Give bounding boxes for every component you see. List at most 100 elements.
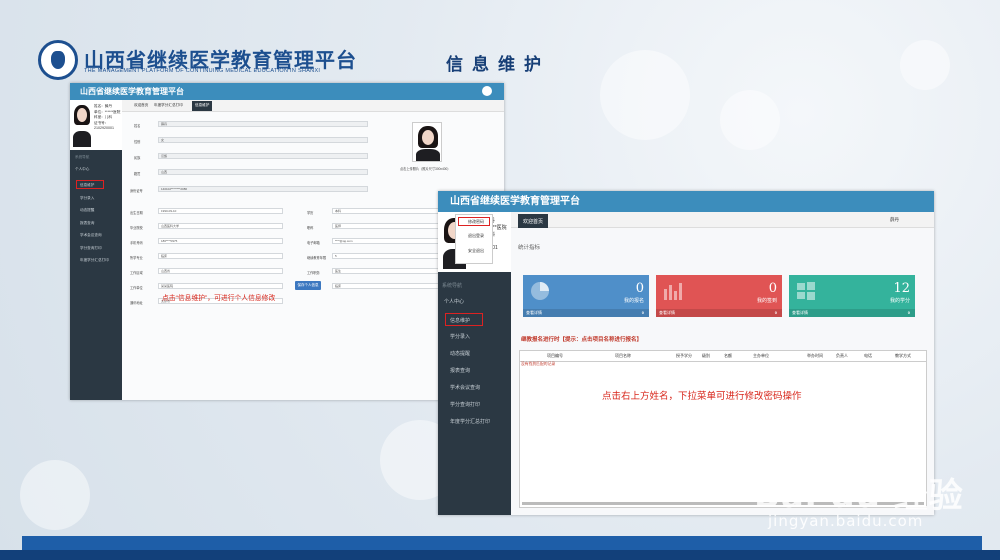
sidebar-item-credit-entry[interactable]: 学分录入 xyxy=(450,333,470,340)
label-id-number: 身份证号 xyxy=(130,189,143,193)
card-credits[interactable]: 12 我的学分 查看详情 0 xyxy=(789,275,915,317)
topright-user-menu[interactable]: 薛丹 xyxy=(890,217,899,223)
tab-strip: 欢迎首页 年度学分汇总打印 信息维护 xyxy=(122,100,504,112)
sidebar-item-credit-print[interactable]: 学分查询打印 xyxy=(450,401,480,408)
input-id-number[interactable]: 140102********2086 xyxy=(158,186,368,192)
screenshot-dashboard: 山西省继续医学教育管理平台 姓名：薛丹 单位：******医院 科室：儿科 证书… xyxy=(438,191,934,515)
sidebar-item-credit-print[interactable]: 学分查询打印 xyxy=(80,246,102,251)
app-topbar: 山西省继续医学教育管理平台 xyxy=(438,191,934,212)
footer-bar xyxy=(22,536,982,550)
profile-photo[interactable] xyxy=(412,122,442,162)
input-gender[interactable]: 女 xyxy=(158,137,368,143)
input-education[interactable]: 本科 xyxy=(332,208,442,214)
sidebar-item-conferences[interactable]: 学术会议查询 xyxy=(80,233,102,238)
table-header: 授予学分 xyxy=(676,353,692,358)
card-signins[interactable]: 0 我的签到 查看详情 0 xyxy=(656,275,782,317)
empty-row: 没有找到匹配的记录 xyxy=(521,362,556,366)
sidebar-item-reports[interactable]: 报表查询 xyxy=(450,367,470,374)
label-phone: 手机号码 xyxy=(130,241,143,245)
card-value: 12 xyxy=(893,281,910,296)
sidebar-group-personal[interactable]: 个人中心 xyxy=(444,298,464,305)
input-title[interactable]: 医师 xyxy=(332,223,442,229)
tab-home[interactable]: 欢迎首页 xyxy=(518,214,549,228)
input-practice-type[interactable]: 临床 xyxy=(332,283,442,289)
table-header: 教学方式 xyxy=(895,353,911,358)
input-employer[interactable]: 某某医院 xyxy=(158,283,283,289)
card-footer[interactable]: 查看详情 0 xyxy=(523,309,649,317)
label-origin: 籍贯 xyxy=(134,172,141,176)
card-label: 我的报名 xyxy=(623,298,644,304)
instruction-note: 点击“信息维护”，可进行个人信息修改 xyxy=(162,295,276,302)
label-education: 学历 xyxy=(307,211,314,215)
sidebar-item-annual-print[interactable]: 年度学分汇总打印 xyxy=(80,258,109,263)
highlight-box xyxy=(76,180,104,189)
label-address: 通讯地址 xyxy=(130,301,143,305)
table-header: 名额 xyxy=(724,353,732,358)
input-major[interactable]: 临床 xyxy=(158,253,283,259)
photo-caption: 点击上传照片（照片尺寸300x400） xyxy=(400,167,451,171)
highlight-box xyxy=(445,313,483,326)
label-major: 所学专业 xyxy=(130,256,143,260)
sidebar-item-conferences[interactable]: 学术会议查询 xyxy=(450,384,480,391)
input-position[interactable]: 医生 xyxy=(332,268,442,274)
user-photo xyxy=(72,103,92,147)
user-avatar-icon[interactable] xyxy=(482,86,492,96)
table-header: 主办单位 xyxy=(753,353,769,358)
label-years: 继续教育年限 xyxy=(307,256,327,260)
save-profile-button[interactable]: 保存个人信息 xyxy=(295,281,321,290)
input-phone[interactable]: 186****0975 xyxy=(158,238,283,244)
dropdown-logout[interactable]: 退出登录 xyxy=(468,233,484,239)
platform-logo-icon xyxy=(38,40,78,80)
sidebar-item-reminders[interactable]: 动态提醒 xyxy=(80,208,94,213)
platform-subtitle: THE MANAGEMENT PLATFORM OF CONTINUING ME… xyxy=(84,68,321,74)
label-ethnicity: 民族 xyxy=(134,156,141,160)
input-ethnicity[interactable]: 汉族 xyxy=(158,153,368,159)
input-email[interactable]: ****@qq.com xyxy=(332,238,442,244)
app-topbar: 山西省继续医学教育管理平台 xyxy=(70,83,504,100)
sidebar-item-annual-print[interactable]: 年度学分汇总打印 xyxy=(450,418,490,425)
card-footer[interactable]: 查看详情 0 xyxy=(656,309,782,317)
app-title: 山西省继续医学教育管理平台 xyxy=(80,87,184,96)
tab-annual-print[interactable]: 年度学分汇总打印 xyxy=(154,103,183,108)
user-info: 姓名：薛丹 单位：******医院 科室：儿科 证书号： 2102920001 xyxy=(94,104,121,130)
page-heading: 信息维护 xyxy=(446,55,550,75)
sidebar-group-personal[interactable]: 个人中心 xyxy=(75,167,89,172)
input-birth[interactable]: 1990-09-10 xyxy=(158,208,283,214)
input-region[interactable]: 山西省 xyxy=(158,268,283,274)
card-registrations[interactable]: 0 我的报名 查看详情 0 xyxy=(523,275,649,317)
user-panel: 姓名：薛丹 单位：******医院 科室：儿科 证书号： 2102920001 xyxy=(70,100,122,150)
dropdown-safe-exit[interactable]: 安全退出 xyxy=(468,248,484,254)
label-email: 电子邮箱 xyxy=(307,241,320,245)
label-birth: 出生日期 xyxy=(130,211,143,215)
input-origin[interactable]: 山西 xyxy=(158,169,368,175)
card-label: 我的签到 xyxy=(756,298,777,304)
registration-list-header: 继教报名进行时【提示：点击项目名称进行报名】 xyxy=(521,337,643,343)
input-school[interactable]: 山西医科大学 xyxy=(158,223,283,229)
tab-info[interactable]: 信息维护 xyxy=(192,101,213,111)
tab-home[interactable]: 欢迎首页 xyxy=(134,103,148,108)
sidebar-item-credit-entry[interactable]: 学分录入 xyxy=(80,196,94,201)
table-header: 举办时间 xyxy=(807,353,823,358)
card-footer[interactable]: 查看详情 0 xyxy=(789,309,915,317)
card-value: 0 xyxy=(635,281,644,296)
card-value: 0 xyxy=(768,281,777,296)
table-header: 项目编号 xyxy=(547,353,563,358)
input-name[interactable]: 薛丹 xyxy=(158,121,368,127)
sidebar-item-reports[interactable]: 报表查询 xyxy=(80,221,94,226)
dashboard-label: 统计指标 xyxy=(518,245,541,251)
sidebar-item-reminders[interactable]: 动态提醒 xyxy=(450,350,470,357)
dropdown-change-password[interactable]: 修改密码 xyxy=(468,219,484,225)
windows-grid-icon xyxy=(797,282,815,300)
app-title: 山西省继续医学教育管理平台 xyxy=(450,196,580,207)
sidebar: 姓名：薛丹 单位：******医院 科室：儿科 证书号： 2102920001 … xyxy=(70,100,122,400)
table-header: 项目名称 xyxy=(615,353,631,358)
watermark-url: jingyan.baidu.com xyxy=(768,512,924,530)
label-name: 姓名 xyxy=(134,124,141,128)
input-years[interactable]: 5 xyxy=(332,253,442,259)
footer-bar-dark xyxy=(0,550,1000,560)
watermark-brand: Bai du 经验 xyxy=(754,476,964,516)
bar-chart-icon xyxy=(664,283,682,300)
label-employer: 工作单位 xyxy=(130,286,143,290)
user-dropdown: 修改密码 退出登录 安全退出 xyxy=(455,214,493,264)
label-title: 职称 xyxy=(307,226,314,230)
